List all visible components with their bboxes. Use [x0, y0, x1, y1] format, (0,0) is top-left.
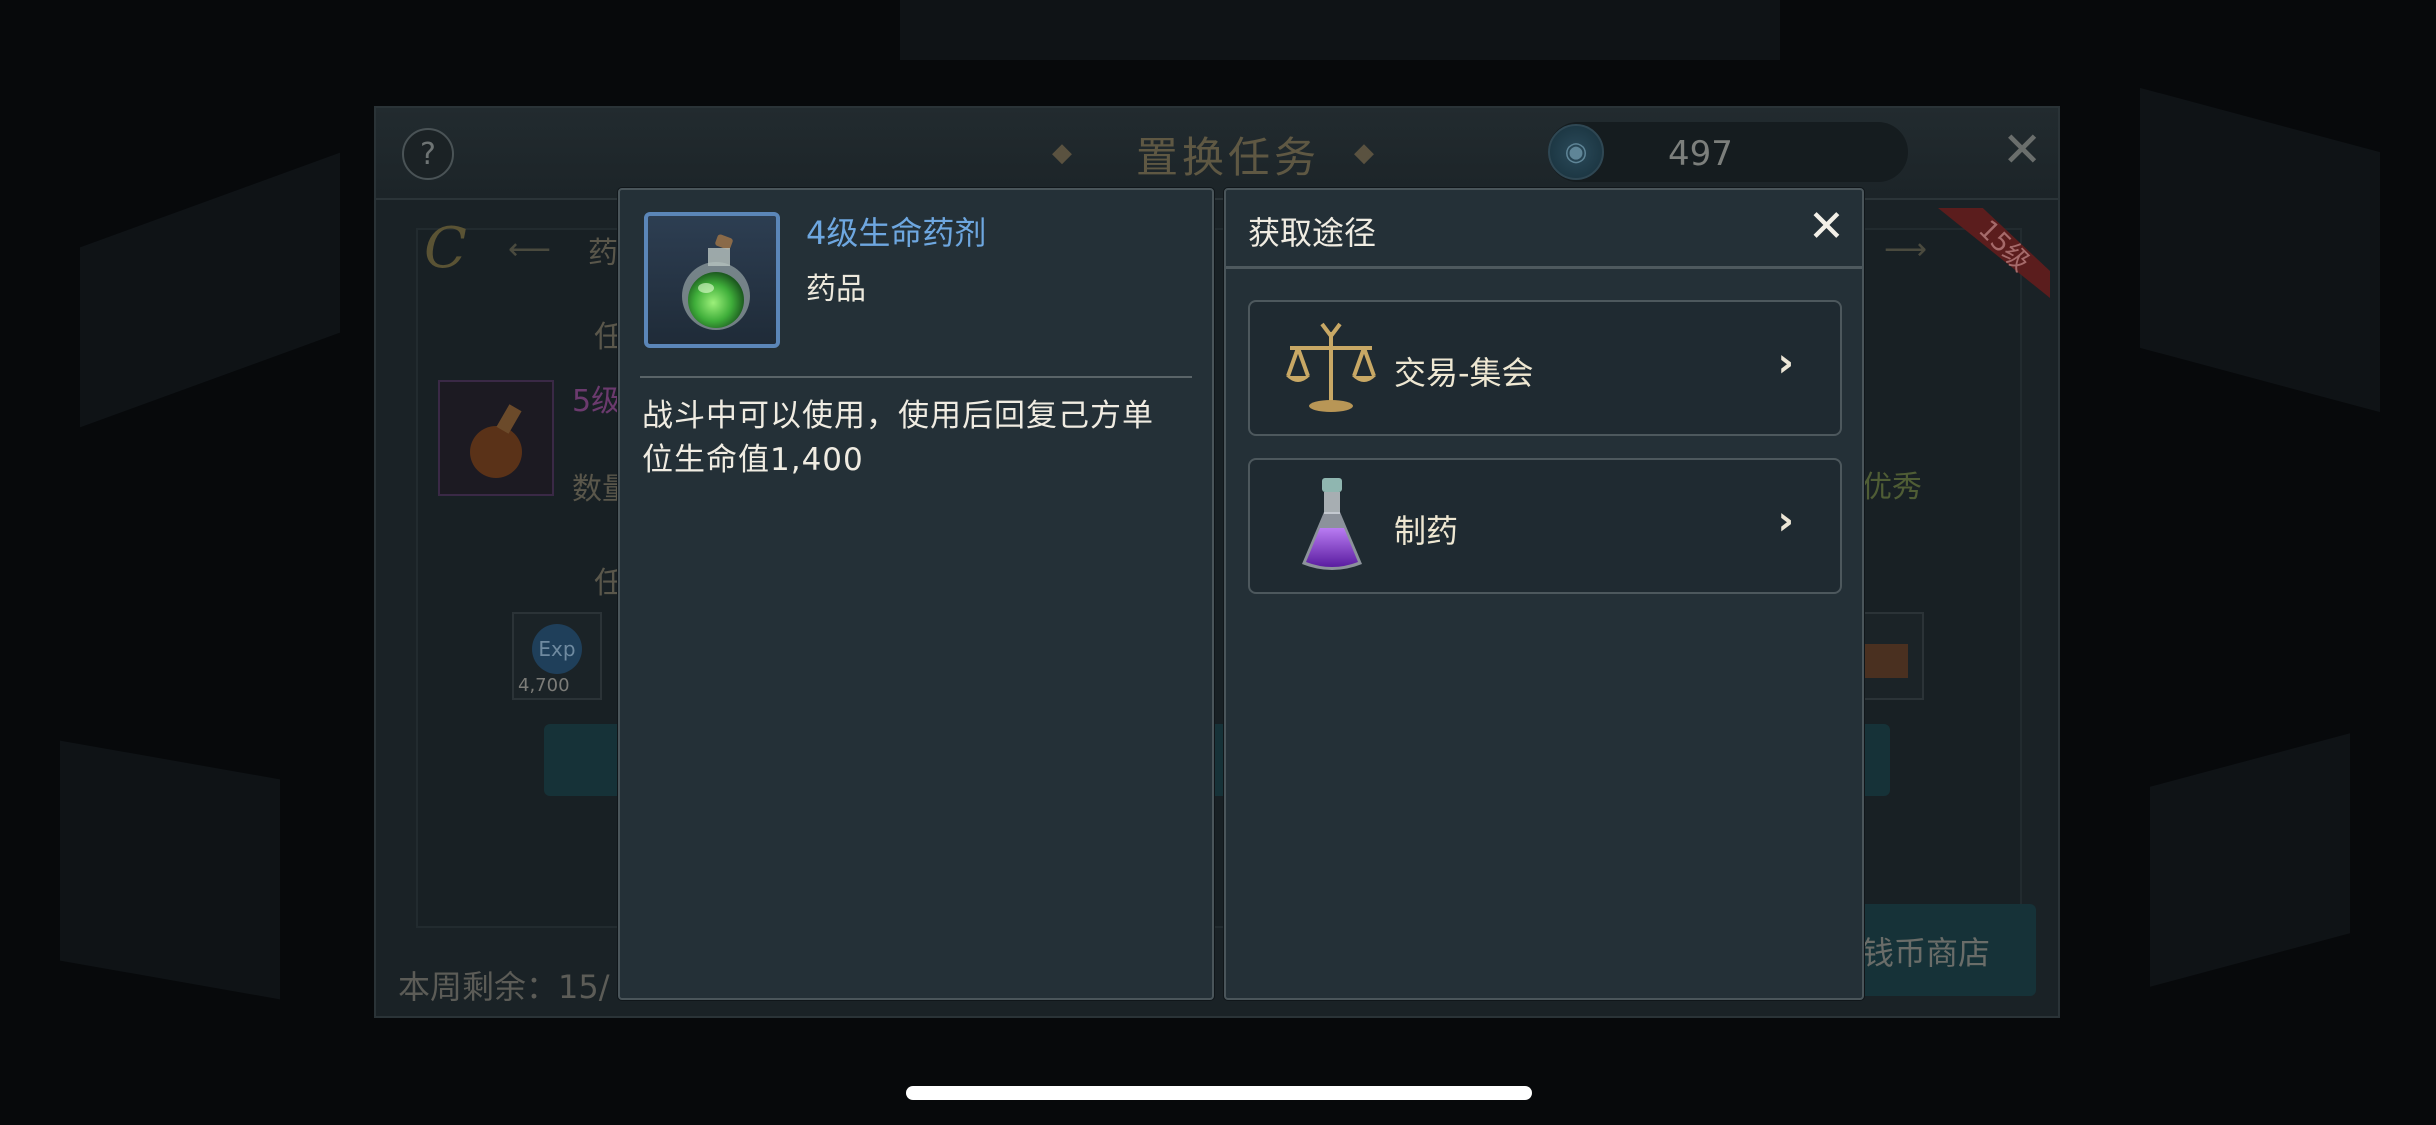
title-ornament-right: ◆: [1354, 138, 1374, 168]
green-potion-icon: [682, 234, 750, 330]
coin-shop-button[interactable]: 钱币商店: [1850, 904, 2036, 996]
acquisition-divider: [1226, 266, 1862, 269]
exp-icon: Exp: [532, 624, 582, 674]
category-text: 药: [588, 236, 618, 271]
acquisition-title: 获取途径: [1248, 214, 1377, 252]
item-detail-panel: 4级生命药剂 药品 战斗中可以使用，使用后回复己方单位生命值1,400: [618, 188, 1214, 1000]
exp-reward-slot: Exp 4,700: [512, 612, 602, 700]
source-trade-market[interactable]: 交易-集会 ›: [1248, 300, 1842, 436]
required-item-slot[interactable]: [438, 380, 554, 496]
coin-icon: ◉: [1548, 124, 1604, 180]
item-description: 战斗中可以使用，使用后回复己方单位生命值1,400: [642, 398, 1154, 478]
title-ornament-left: ◆: [1052, 138, 1072, 168]
quality-label: 优秀: [1862, 470, 1922, 505]
weekly-remaining: 本周剩余：15/: [398, 968, 610, 1006]
required-item-level: 5级: [572, 384, 622, 419]
acquisition-panel: 获取途径 ✕ 交易-集会 › 制药 ›: [1224, 188, 1864, 1000]
scales-icon: [1286, 322, 1376, 412]
orange-potion-icon: [470, 404, 522, 478]
item-type: 药品: [806, 272, 866, 307]
chevron-right-icon: ›: [1777, 340, 1794, 386]
currency-display: ◉ 497: [1548, 122, 1908, 182]
source-pharmacy[interactable]: 制药 ›: [1248, 458, 1842, 594]
arrow-right-icon: ⟶: [1884, 232, 1928, 267]
purple-potion-icon: [1302, 478, 1362, 570]
category-letter: C: [424, 216, 467, 281]
home-indicator[interactable]: [906, 1086, 1532, 1100]
window-header: ? ◆ 置换任务 ◆ ◉ 497 ✕: [376, 108, 2058, 200]
close-icon[interactable]: ✕: [1808, 202, 1845, 252]
arrow-left-icon: ⟵: [508, 232, 552, 267]
help-button[interactable]: ?: [402, 128, 454, 180]
source-label: 制药: [1394, 512, 1459, 550]
detail-divider: [640, 376, 1192, 378]
item-name: 4级生命药剂: [806, 214, 987, 252]
item-icon-frame: [644, 212, 780, 348]
currency-value: 497: [1668, 134, 1733, 174]
coin-shop-label: 钱币商店: [1862, 934, 1991, 972]
exp-value: 4,700: [518, 675, 570, 696]
window-close-button[interactable]: ✕: [2002, 122, 2042, 178]
chevron-right-icon: ›: [1777, 498, 1794, 544]
source-label: 交易-集会: [1394, 354, 1534, 392]
window-title: 置换任务: [1136, 133, 1321, 182]
